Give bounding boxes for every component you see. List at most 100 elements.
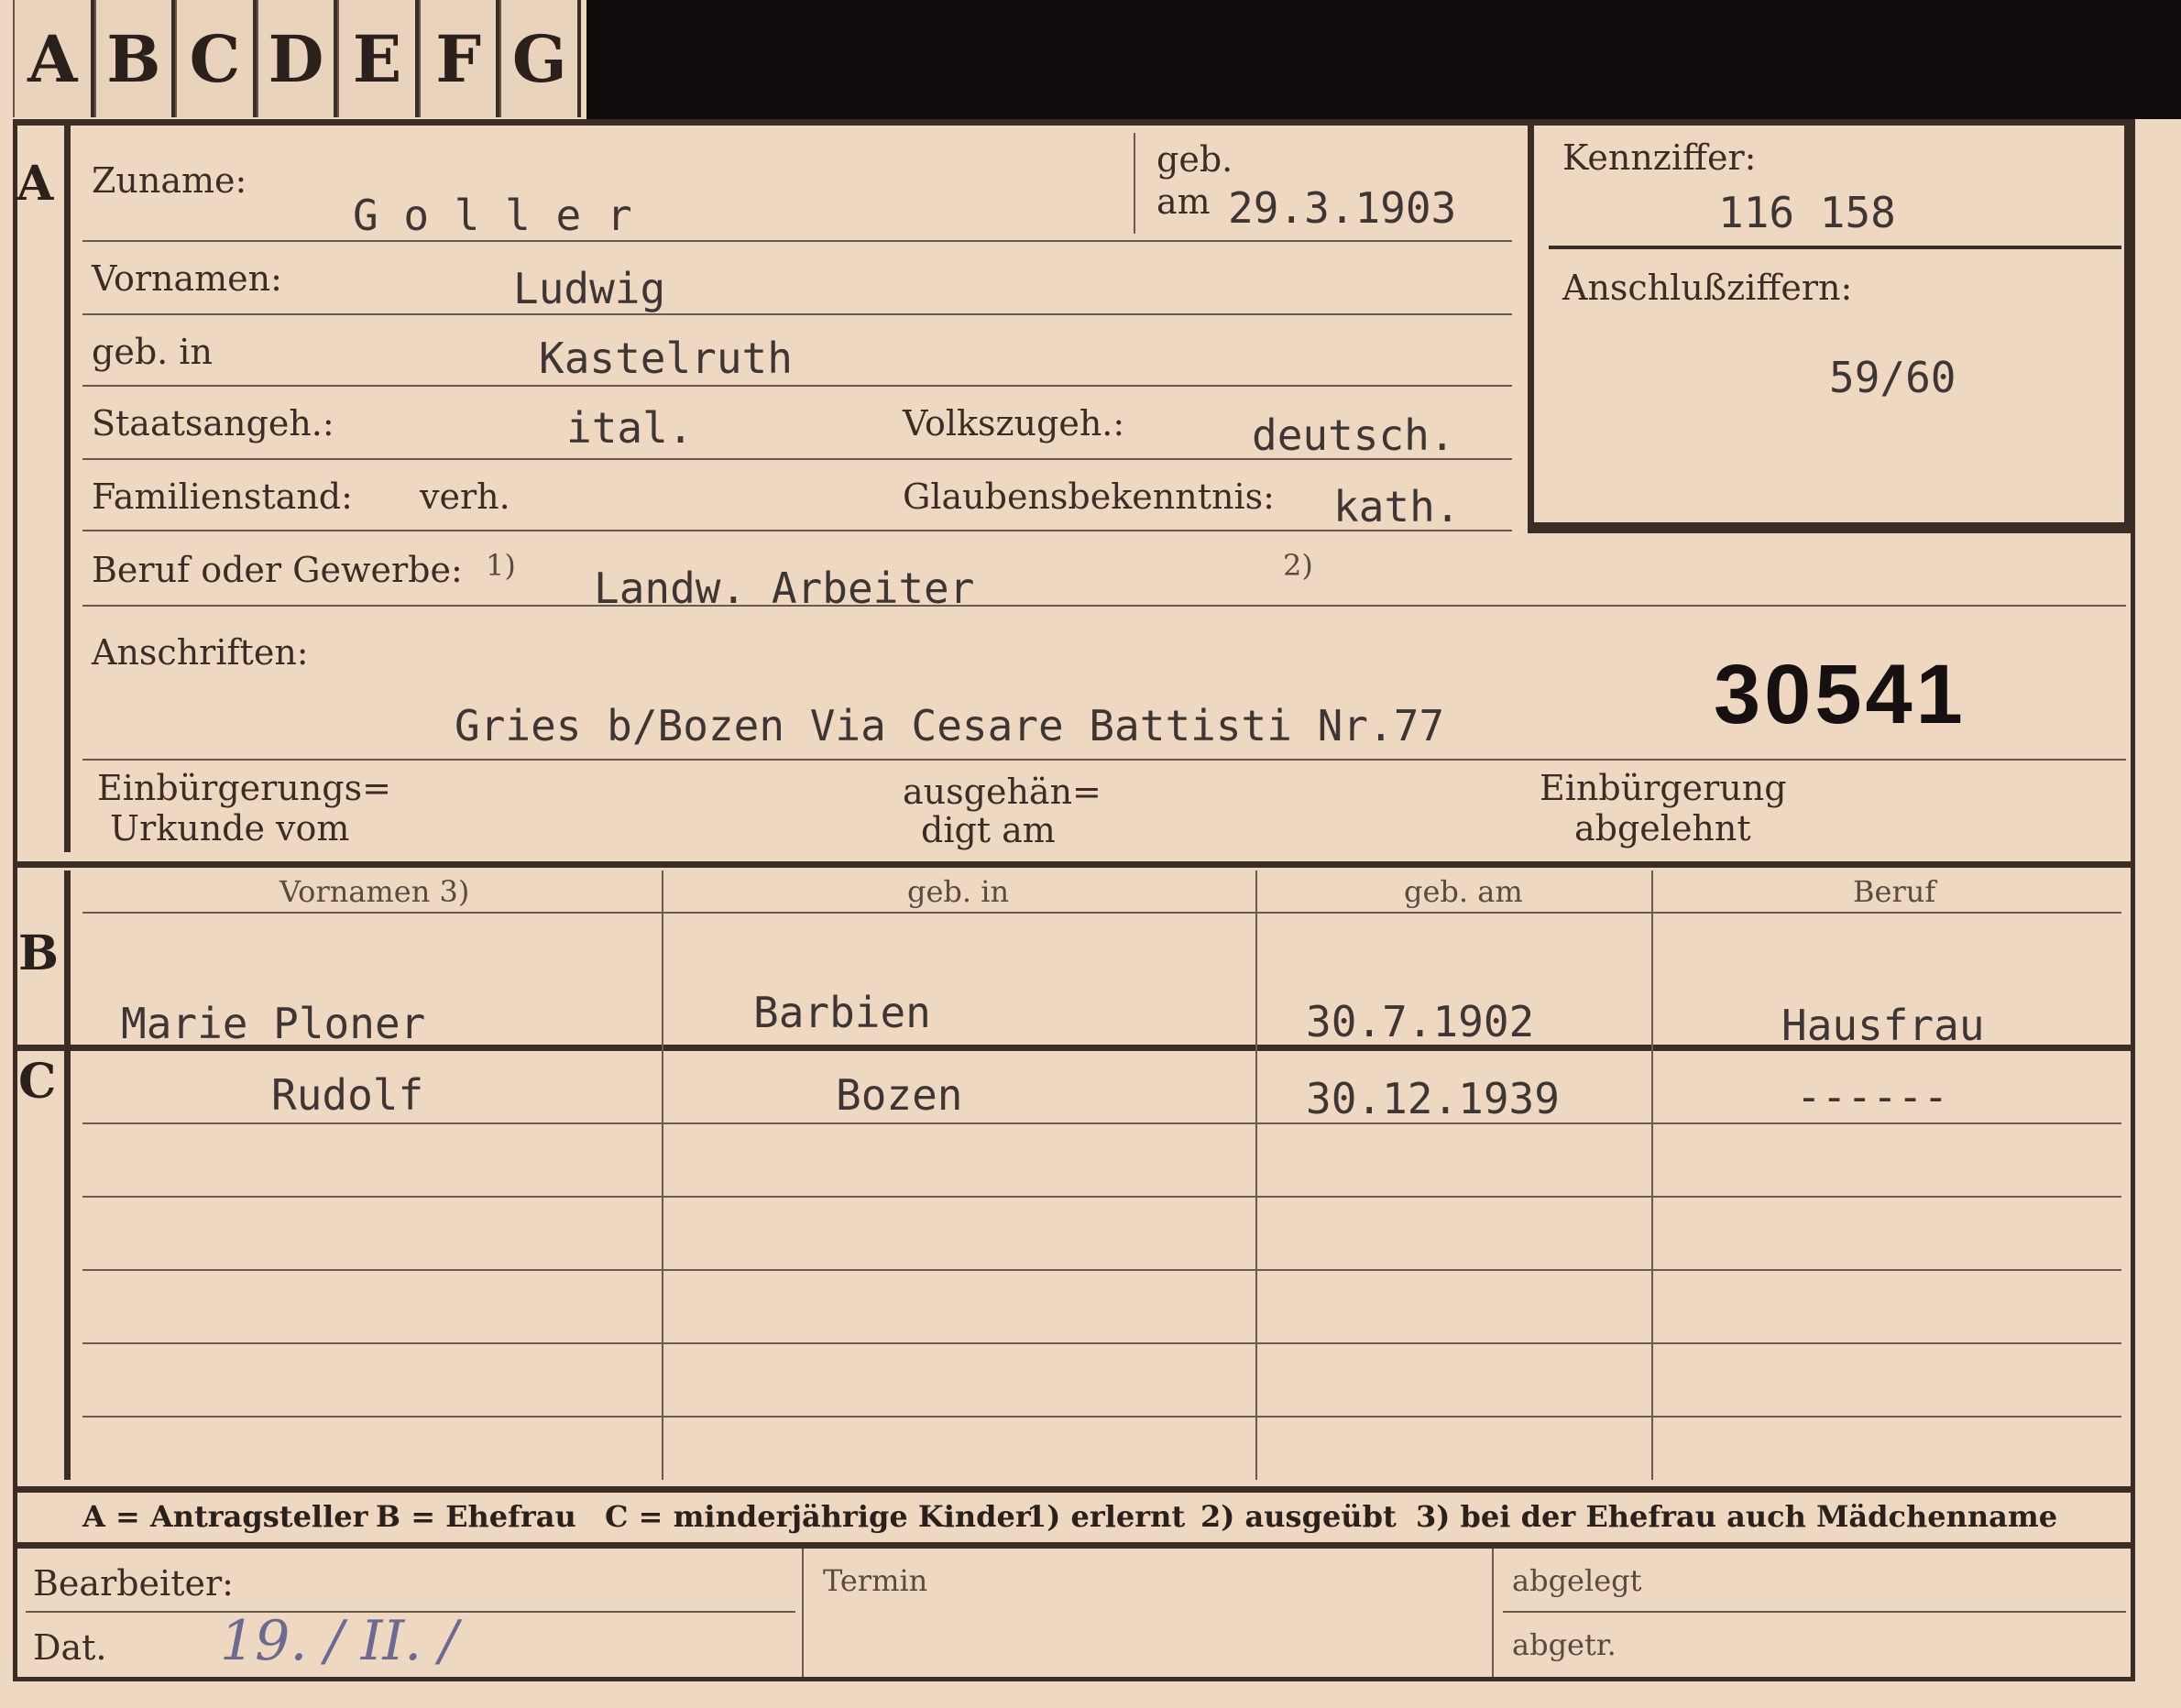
dat-handwritten-value: 19. / II. / <box>220 1609 458 1673</box>
ausgehaendigt-label-line2: digt am <box>921 810 1056 850</box>
geb-in-value: Kastelruth <box>539 334 793 383</box>
row-line <box>82 1122 2121 1124</box>
footer-divider <box>1492 1549 1494 1677</box>
geb-am-value: 29.3.1903 <box>1228 183 1457 233</box>
einb-urkunde-label-line2: Urkunde vom <box>110 808 350 849</box>
anschluss-label: Anschlußziffern: <box>1562 268 1853 308</box>
vornamen-value: Ludwig <box>513 264 666 313</box>
kind-beruf: ------ <box>1796 1072 1949 1122</box>
tab-c: C <box>175 0 257 117</box>
legend-b: B = Ehefrau <box>376 1499 576 1534</box>
row-line <box>82 385 1512 387</box>
row-line <box>82 1196 2121 1198</box>
abgelegt-label: abgelegt <box>1512 1563 1642 1598</box>
footnote-2-marker: 2) <box>1283 548 1313 583</box>
row-line <box>82 759 2126 761</box>
anschluss-value: 59/60 <box>1829 353 1956 402</box>
section-a-marker: A <box>16 156 54 212</box>
termin-label: Termin <box>823 1563 928 1598</box>
header-vornamen: Vornamen 3) <box>279 874 470 909</box>
beruf-label: Beruf oder Gewerbe: <box>92 550 463 590</box>
dat-label: Dat. <box>33 1627 107 1668</box>
index-tabs: A B C D E F G <box>13 0 582 117</box>
tab-b: B <box>93 0 176 117</box>
anschriften-value: Gries b/Bozen Via Cesare Battisti Nr.77 <box>455 701 1445 750</box>
vornamen-label: Vornamen: <box>92 258 282 299</box>
einb-urkunde-label-line1: Einbürgerungs= <box>97 768 391 808</box>
geb-in-label: geb. in <box>92 332 213 372</box>
familienstand-label: Familienstand: <box>92 476 353 517</box>
volkszugeh-label: Volkszugeh.: <box>903 403 1125 443</box>
side-box-left <box>1528 121 1534 533</box>
tab-label: G <box>511 20 567 97</box>
row-line <box>82 240 1512 242</box>
ehefrau-geb-in: Barbien <box>753 988 931 1037</box>
header-beruf: Beruf <box>1853 874 1936 909</box>
ausgehaendigt-label-line1: ausgehän= <box>903 772 1101 812</box>
tab-label: D <box>268 20 324 97</box>
section-b-left-rule <box>64 870 71 1045</box>
column-divider <box>1651 870 1653 1480</box>
volkszugeh-value: deutsch. <box>1252 411 1455 460</box>
staatsangeh-label: Staatsangeh.: <box>92 403 334 443</box>
section-c-marker: C <box>18 1054 57 1110</box>
header-line <box>82 912 2121 914</box>
einb-abgelehnt-label-line1: Einbürgerung <box>1540 768 1787 808</box>
column-divider <box>662 870 663 1480</box>
geb-am-divider <box>1134 133 1135 234</box>
section-c-left-rule <box>64 1049 71 1480</box>
legend-a: A = Antragsteller <box>82 1499 368 1534</box>
legend-note-3: 3) bei der Ehefrau auch Mädchenname <box>1416 1499 2058 1534</box>
am-label: am <box>1156 181 1211 222</box>
glaubens-label: Glaubensbekenntnis: <box>903 476 1275 517</box>
legend-c: C = minderjährige Kinder <box>605 1499 1031 1534</box>
header-geb-am: geb. am <box>1404 874 1523 909</box>
footnote-1-marker: 1) <box>486 548 516 583</box>
section-a-left-rule <box>64 119 71 852</box>
kennziffer-label: Kennziffer: <box>1562 137 1757 178</box>
stamp-number: 30541 <box>1714 648 1967 741</box>
beruf-value: Landw. Arbeiter <box>594 564 975 613</box>
side-box-divider <box>1549 246 2121 249</box>
footer-row-line <box>1503 1611 2126 1613</box>
abgetr-label: abgetr. <box>1512 1627 1617 1662</box>
anschriften-label: Anschriften: <box>92 632 309 673</box>
staatsangeh-value: ital. <box>566 403 694 453</box>
tab-d: D <box>256 0 338 117</box>
row-line <box>82 1342 2121 1344</box>
zuname-label: Zuname: <box>92 160 247 201</box>
tab-label: F <box>435 20 482 97</box>
column-divider <box>1255 870 1257 1480</box>
ehefrau-beruf: Hausfrau <box>1781 1001 1985 1050</box>
tab-a: A <box>13 0 94 117</box>
einb-abgelehnt-label-line2: abgelehnt <box>1574 808 1751 849</box>
kind-geb-in: Bozen <box>836 1070 963 1120</box>
tab-e: E <box>337 0 419 117</box>
ehefrau-geb-am: 30.7.1902 <box>1306 997 1535 1046</box>
row-line <box>82 1416 2121 1418</box>
kind-vornamen: Rudolf <box>271 1070 424 1120</box>
zuname-value: G o l l e r <box>353 191 632 240</box>
row-line <box>82 1269 2121 1271</box>
tab-label: A <box>27 20 78 97</box>
legend-note-1: 1) erlernt <box>1026 1499 1186 1534</box>
glaubens-value: kath. <box>1333 482 1461 531</box>
card-edge-background <box>586 0 2181 119</box>
section-b-marker: B <box>18 925 59 981</box>
geb-label: geb. <box>1156 139 1233 180</box>
legend-note-2: 2) ausgeübt <box>1200 1499 1397 1534</box>
kennziffer-value: 116 158 <box>1718 188 1896 237</box>
top-border <box>13 119 2135 126</box>
row-line <box>82 530 1512 531</box>
ehefrau-vornamen: Marie Ploner <box>121 999 426 1048</box>
side-box-bottom <box>1528 522 2132 533</box>
row-line <box>82 313 1512 315</box>
tab-f: F <box>418 0 500 117</box>
footer-divider <box>802 1549 804 1677</box>
tab-label: B <box>106 20 161 97</box>
kind-geb-am: 30.12.1939 <box>1306 1074 1560 1123</box>
tab-label: E <box>352 20 402 97</box>
side-box-right <box>2124 121 2131 533</box>
tab-label: C <box>189 20 241 97</box>
header-geb-in: geb. in <box>907 874 1010 909</box>
